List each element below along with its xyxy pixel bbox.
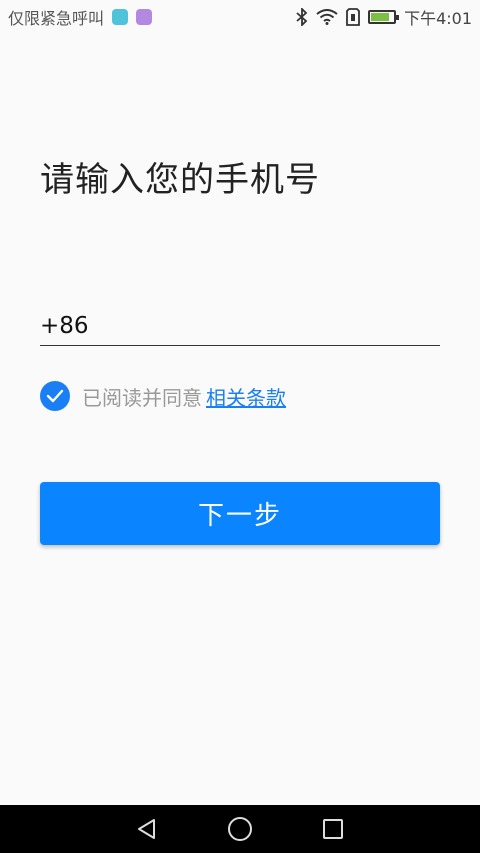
status-bar-right: 下午4:01 <box>296 5 472 29</box>
phone-input-row: +86 <box>40 306 440 346</box>
battery-icon <box>368 10 400 24</box>
recents-nav-button[interactable] <box>313 809 353 849</box>
status-time: 下午4:01 <box>404 9 472 28</box>
back-triangle-icon <box>137 819 155 839</box>
navigation-bar <box>0 805 480 853</box>
status-bar: 仅限紧急呼叫 下午4:01 <box>0 0 480 34</box>
phone-number-input[interactable] <box>94 312 440 339</box>
wifi-icon <box>316 9 338 25</box>
android-app-icon <box>112 9 129 25</box>
sim-card-icon <box>346 8 360 26</box>
page-title: 请输入您的手机号 <box>40 160 320 200</box>
bluetooth-icon <box>296 8 308 26</box>
next-step-button[interactable]: 下一步 <box>40 482 440 545</box>
back-nav-button[interactable] <box>127 809 167 849</box>
agreement-row: 已阅读并同意 相关条款 <box>40 380 286 412</box>
home-nav-button[interactable] <box>220 809 260 849</box>
status-bar-left: 仅限紧急呼叫 <box>8 5 153 29</box>
checkmark-icon <box>46 389 64 403</box>
home-circle-icon <box>227 817 252 841</box>
carrier-text: 仅限紧急呼叫 <box>8 9 105 28</box>
gallery-app-icon <box>136 9 153 25</box>
agreement-text: 已阅读并同意 <box>82 385 202 410</box>
battery-level-fill <box>371 13 389 21</box>
terms-link[interactable]: 相关条款 <box>206 382 286 411</box>
agreement-checkbox[interactable] <box>40 381 70 411</box>
recents-square-icon <box>323 819 344 839</box>
country-code[interactable]: +86 <box>40 313 89 339</box>
